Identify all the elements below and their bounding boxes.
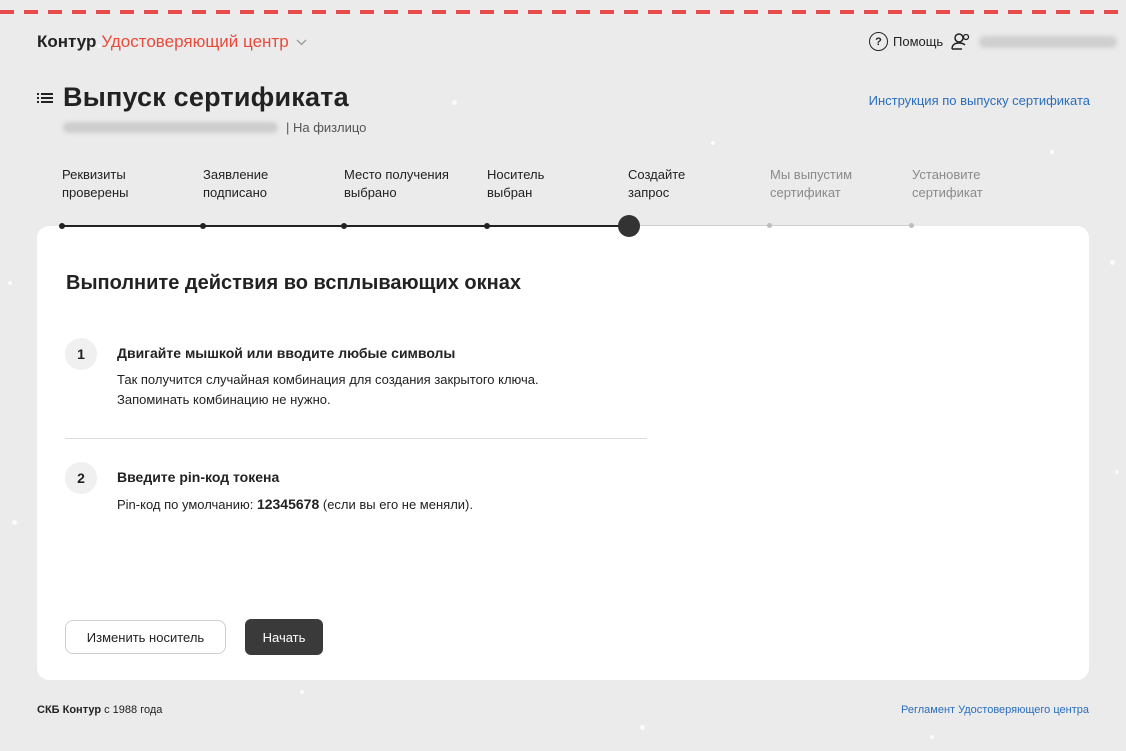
snow-dot <box>930 735 934 739</box>
step-label: Установите сертификат <box>912 167 983 200</box>
instruction-text: Pin-код по умолчанию: 12345678 (если вы … <box>117 494 473 515</box>
menu-icon[interactable] <box>37 91 53 105</box>
product-name: Удостоверяющий центр <box>101 32 289 51</box>
step-label: Носитель выбран <box>487 167 545 200</box>
card-heading: Выполните действия во всплывающих окнах <box>66 272 521 294</box>
page-title-row: Выпуск сертификата <box>37 82 349 113</box>
instruction-title: Введите pin-код токена <box>117 469 280 485</box>
snow-dot <box>711 141 715 145</box>
footer-copyright: СКБ Контур с 1988 года <box>37 704 162 716</box>
snow-dot <box>1115 470 1119 474</box>
instruction-text: Так получится случайная комбинация для с… <box>117 372 539 407</box>
product-switcher[interactable]: Контур Удостоверяющий центр <box>37 32 307 52</box>
pin-suffix: (если вы его не меняли). <box>322 497 473 512</box>
step-dot-current <box>618 215 640 237</box>
top-festive-stripe <box>0 10 1126 14</box>
user-menu[interactable] <box>951 32 1117 52</box>
footer-since: с 1988 года <box>104 704 163 716</box>
default-pin-value: 12345678 <box>256 496 320 512</box>
step-label: Реквизиты проверены <box>62 167 129 200</box>
top-header: Контур Удостоверяющий центр ? Помощь <box>37 30 1117 58</box>
step-dot <box>909 223 914 228</box>
snow-dot <box>452 100 457 105</box>
regulation-link[interactable]: Регламент Удостоверяющего центра <box>901 704 1089 716</box>
step-label-current: Создайте запрос <box>628 167 686 200</box>
step-label: Заявление подписано <box>203 167 269 200</box>
step-label: Место получения выбрано <box>344 167 449 200</box>
instructions-link[interactable]: Инструкция по выпуску сертификата <box>869 93 1090 108</box>
snow-dot <box>1110 260 1115 265</box>
page-subtitle: | На физлицо <box>63 120 366 135</box>
step-dot <box>200 223 206 229</box>
footer-company: СКБ Контур <box>37 704 102 716</box>
user-certificate-icon <box>951 33 970 50</box>
help-button[interactable]: ? Помощь <box>869 32 943 51</box>
snow-dot <box>1050 150 1054 154</box>
start-button[interactable]: Начать <box>245 619 323 655</box>
help-icon: ? <box>869 32 888 51</box>
subtitle-type: | На физлицо <box>286 120 367 135</box>
chevron-down-icon <box>296 35 307 49</box>
pin-prefix: Pin-код по умолчанию: <box>117 497 254 512</box>
snow-dot <box>300 690 304 694</box>
step-dot <box>59 223 65 229</box>
brand-logo: Контур <box>37 32 97 51</box>
snow-dot <box>12 520 17 525</box>
step-dot <box>767 223 772 228</box>
change-token-button[interactable]: Изменить носитель <box>65 620 226 654</box>
snow-dot <box>640 725 645 730</box>
divider <box>65 438 647 439</box>
step-number-badge: 2 <box>65 462 97 494</box>
snow-dot <box>8 281 12 285</box>
step-number-badge: 1 <box>65 338 97 370</box>
user-name-redacted <box>979 36 1117 48</box>
step-dot <box>484 223 490 229</box>
step-label: Мы выпустим сертификат <box>770 167 853 200</box>
help-label: Помощь <box>893 34 944 49</box>
page-title: Выпуск сертификата <box>63 82 349 112</box>
instruction-title: Двигайте мышкой или вводите любые символ… <box>117 345 456 361</box>
step-dot <box>341 223 347 229</box>
main-card: Выполните действия во всплывающих окнах … <box>37 226 1089 680</box>
organization-redacted <box>63 122 278 133</box>
